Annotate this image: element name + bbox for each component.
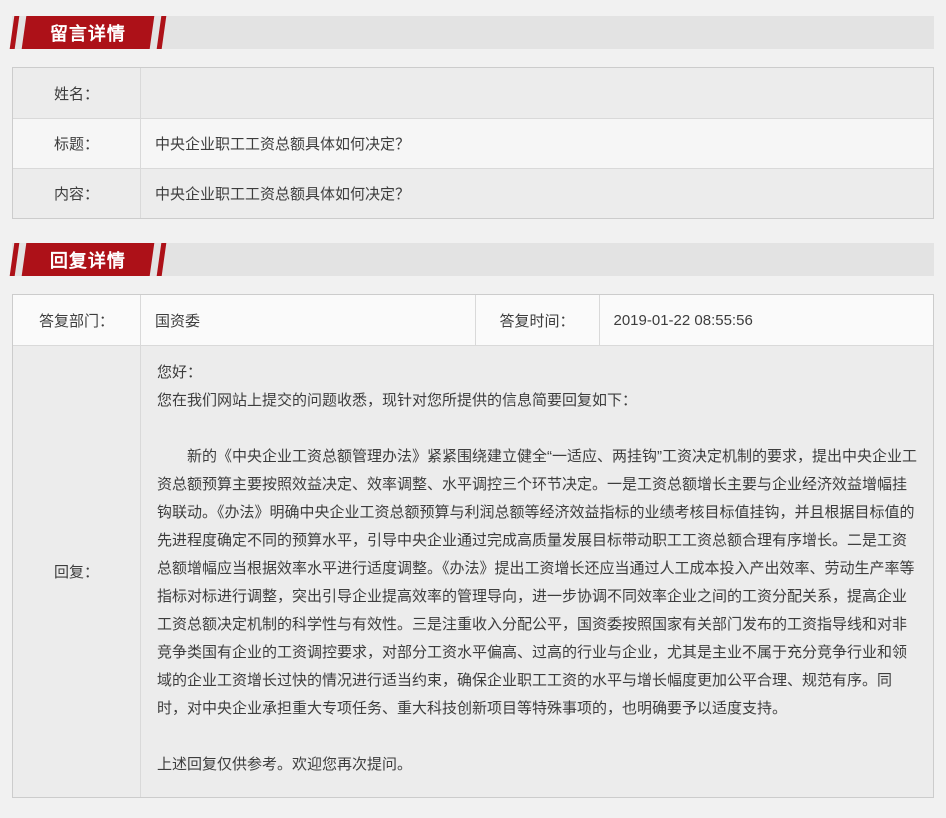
- reply-intro: 您在我们网站上提交的问题收悉，现针对您所提供的信息简要回复如下：: [157, 387, 917, 415]
- reply-closing: 上述回复仅供参考。欢迎您再次提问。: [157, 751, 917, 779]
- message-section-title: 留言详情: [50, 20, 126, 46]
- title-value: 中央企业职工工资总额具体如何决定？: [141, 119, 933, 168]
- content-value: 中央企业职工工资总额具体如何决定？: [141, 169, 933, 218]
- reply-label: 回复：: [13, 346, 141, 797]
- reply-content: 您好： 您在我们网站上提交的问题收悉，现针对您所提供的信息简要回复如下： 新的《…: [141, 346, 933, 797]
- reply-section-header: 回复详情: [12, 243, 934, 276]
- reply-greeting: 您好：: [157, 359, 917, 387]
- reply-time-label: 答复时间：: [475, 295, 600, 345]
- name-value: [141, 68, 933, 118]
- reply-section-title: 回复详情: [50, 247, 126, 273]
- content-label: 内容：: [13, 169, 141, 218]
- table-row-reply-meta: 答复部门： 国资委 答复时间： 2019-01-22 08:55:56: [13, 295, 933, 345]
- table-row-title: 标题： 中央企业职工工资总额具体如何决定？: [13, 118, 933, 168]
- red-accent-bar-left: [10, 243, 20, 276]
- table-row-name: 姓名：: [13, 68, 933, 118]
- reply-time-value: 2019-01-22 08:55:56: [600, 295, 934, 345]
- message-detail-page: 留言详情 姓名： 标题： 中央企业职工工资总额具体如何决定？ 内容： 中央企业职…: [0, 0, 946, 798]
- message-detail-table: 姓名： 标题： 中央企业职工工资总额具体如何决定？ 内容： 中央企业职工工资总额…: [12, 67, 934, 219]
- reply-department-value: 国资委: [141, 295, 475, 345]
- reply-section-title-badge: 回复详情: [22, 243, 155, 276]
- reply-department-label: 答复部门：: [13, 295, 141, 345]
- table-row-reply-body: 回复： 您好： 您在我们网站上提交的问题收悉，现针对您所提供的信息简要回复如下：…: [13, 345, 933, 797]
- name-label: 姓名：: [13, 68, 141, 118]
- title-label: 标题：: [13, 119, 141, 168]
- reply-detail-table: 答复部门： 国资委 答复时间： 2019-01-22 08:55:56 回复： …: [12, 294, 934, 798]
- reply-body-paragraph: 新的《中央企业工资总额管理办法》紧紧围绕建立健全“一适应、两挂钩”工资决定机制的…: [157, 443, 917, 723]
- red-accent-bar-right: [157, 16, 167, 49]
- red-accent-bar-right: [157, 243, 167, 276]
- message-section-header: 留言详情: [12, 16, 934, 49]
- red-accent-bar-left: [10, 16, 20, 49]
- message-section-title-badge: 留言详情: [22, 16, 155, 49]
- table-row-content: 内容： 中央企业职工工资总额具体如何决定？: [13, 168, 933, 218]
